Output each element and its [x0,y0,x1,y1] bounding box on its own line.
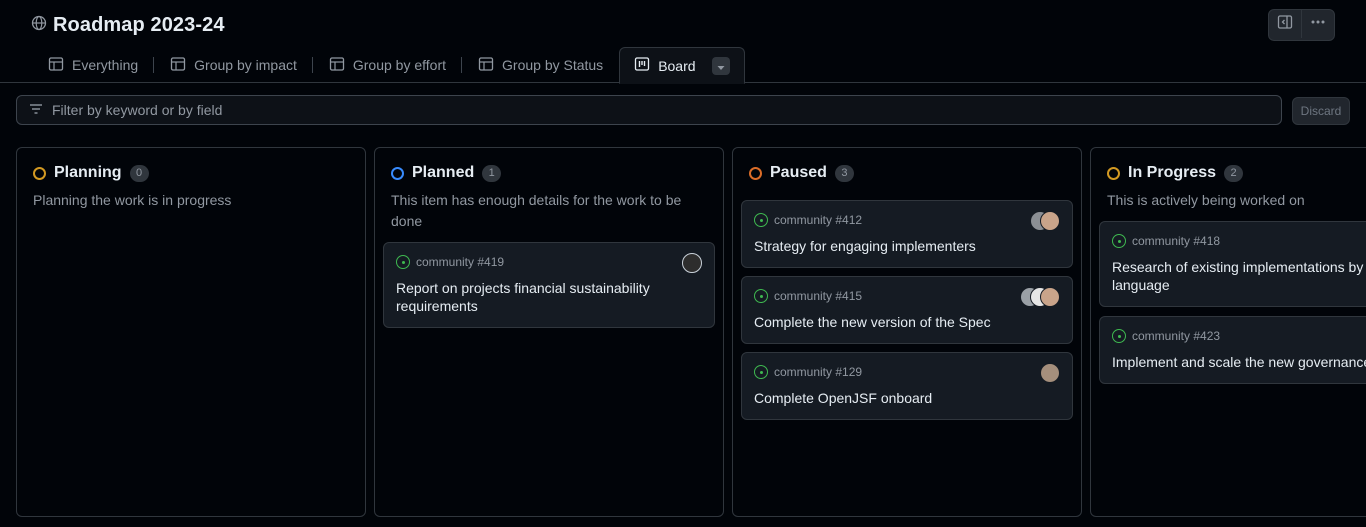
tab-label: Group by impact [194,57,297,73]
filter-input[interactable]: Filter by keyword or by field [16,95,1282,125]
column-count: 2 [1224,164,1244,182]
card-reference[interactable]: community #415 [774,289,862,303]
column-name: In Progress [1128,164,1217,181]
status-circle-icon [749,166,762,180]
board-column-planning: Planning 0 Planning the work is in progr… [16,147,366,517]
sidebar-expand-icon [1277,14,1293,35]
column-name: Planning [54,164,122,181]
tab-everything[interactable]: Everything [32,47,155,83]
avatar[interactable] [1040,287,1060,307]
board-card[interactable]: community #415 Complete the new version … [741,276,1073,344]
column-count: 1 [482,164,502,182]
board-icon [634,56,650,75]
filter-icon [28,101,44,120]
card-title[interactable]: Implement and scale the new governance [1112,353,1366,371]
tab-label: Everything [72,57,139,73]
issue-open-icon [754,365,768,379]
more-options-button[interactable] [1301,10,1334,38]
board-card[interactable]: community #423 Implement and scale the n… [1099,316,1366,384]
card-reference[interactable]: community #129 [774,365,862,379]
filter-placeholder: Filter by keyword or by field [52,102,223,118]
card-meta: community #412 [754,213,862,227]
column-description: Planning the work is in progress [33,192,232,208]
board-card[interactable]: community #418 Research of existing impl… [1099,221,1366,307]
tab-group-by-impact[interactable]: Group by impact [154,47,313,83]
view-tabs: Everything Group by impact Group by effo… [32,47,745,84]
avatar[interactable] [1040,363,1060,383]
triangle-down-icon [717,58,725,74]
issue-open-icon [1112,329,1126,343]
card-title[interactable]: Research of existing implementations by … [1112,258,1366,294]
table-icon [170,56,186,75]
assignees [1040,363,1060,383]
column-count: 3 [834,164,854,182]
card-reference[interactable]: community #412 [774,213,862,227]
column-header: Planned 1 [391,164,502,182]
column-count: 0 [129,164,149,182]
card-meta: community #418 [1112,234,1220,248]
issue-open-icon [754,289,768,303]
column-name: Planned [412,164,475,181]
globe-icon [31,15,47,36]
tab-group-by-effort[interactable]: Group by effort [313,47,463,83]
assignees [1020,287,1060,307]
card-title[interactable]: Complete OpenJSF onboard [754,389,1054,407]
column-header: In Progress 2 [1107,164,1244,182]
card-meta: community #129 [754,365,862,379]
card-reference[interactable]: community #418 [1132,234,1220,248]
issue-open-icon [396,255,410,269]
board-card[interactable]: community #419 Report on projects financ… [383,242,715,328]
filter-bar: Filter by keyword or by field Discard [16,95,1366,127]
column-name: Paused [770,164,827,181]
avatar[interactable] [682,253,702,273]
card-reference[interactable]: community #419 [416,255,504,269]
card-meta: community #419 [396,255,504,269]
status-circle-icon [33,166,46,180]
table-icon [478,56,494,75]
card-reference[interactable]: community #423 [1132,329,1220,343]
card-title[interactable]: Report on projects financial sustainabil… [396,279,696,315]
tab-board[interactable]: Board [619,47,745,84]
board-column-in-progress: In Progress 2 This is actively being wor… [1090,147,1366,517]
assignees [1030,211,1060,231]
page-title[interactable]: Roadmap 2023-24 [53,14,225,37]
view-options-button[interactable] [711,56,730,75]
issue-open-icon [1112,234,1126,248]
board-card[interactable]: community #412 Strategy for engaging imp… [741,200,1073,268]
card-title[interactable]: Complete the new version of the Spec [754,313,1054,331]
board-card[interactable]: community #129 Complete OpenJSF onboard [741,352,1073,420]
board-column-planned: Planned 1 This item has enough details f… [374,147,724,517]
board-column-paused: Paused 3 community #412 Strategy for eng… [732,147,1082,517]
card-meta: community #423 [1112,329,1220,343]
toggle-sidepanel-button[interactable] [1269,10,1301,38]
board: Planning 0 Planning the work is in progr… [16,147,1366,527]
card-title[interactable]: Strategy for engaging implementers [754,237,1054,255]
discard-button[interactable]: Discard [1292,97,1350,125]
project-header: Roadmap 2023-24 Everything Group by impa… [0,0,1366,84]
title-row: Roadmap 2023-24 [31,12,225,38]
column-header: Planning 0 [33,164,149,182]
table-icon [329,56,345,75]
status-circle-icon [1107,166,1120,180]
table-icon [48,56,64,75]
tab-label: Board [658,57,696,74]
tab-group-by-status[interactable]: Group by Status [462,47,619,83]
kebab-horizontal-icon [1310,14,1326,35]
assignees [682,253,702,273]
column-description: This is actively being worked on [1107,192,1305,208]
status-circle-icon [391,166,404,180]
column-header: Paused 3 [749,164,854,182]
issue-open-icon [754,213,768,227]
header-actions [1268,9,1335,41]
avatar[interactable] [1040,211,1060,231]
tab-label: Group by effort [352,57,447,73]
tab-label: Group by Status [502,57,604,73]
column-description: This item has enough details for the wor… [391,192,682,229]
card-meta: community #415 [754,289,862,303]
